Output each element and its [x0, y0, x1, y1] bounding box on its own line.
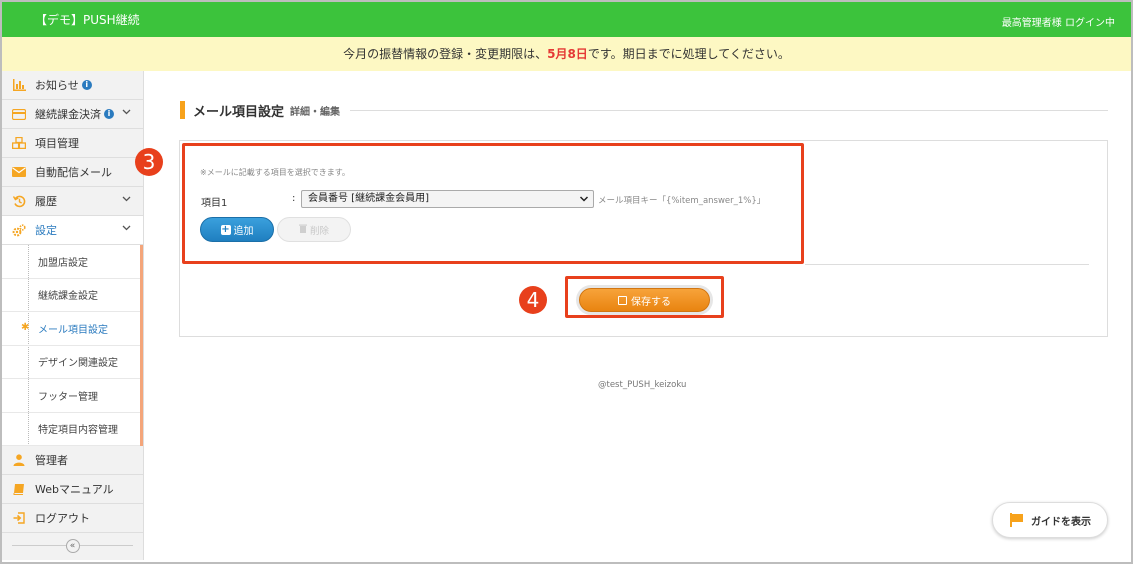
field-1-colon: :	[292, 193, 296, 204]
page-title: メール項目設定	[193, 104, 285, 120]
sidebar-item-label: 管理者	[35, 454, 68, 467]
user-icon	[12, 453, 26, 467]
delete-field-button[interactable]: 削除	[277, 217, 351, 242]
info-icon: i	[104, 109, 114, 119]
notice-prefix: 今月の振替情報の登録・変更期限は、	[343, 47, 548, 61]
sidebar-item-field-management[interactable]: 項目管理	[2, 129, 143, 158]
gears-icon	[12, 223, 26, 237]
credit-card-icon	[12, 107, 26, 121]
chevron-down-icon	[122, 195, 131, 205]
add-field-button-label: 追加	[233, 226, 254, 237]
sidebar: お知らせ i 継続課金決済 i 項目管理 自動配信メール 履歴 設定 加盟店設定…	[2, 71, 144, 560]
sidebar-item-label: お知らせ	[35, 79, 79, 92]
sidebar-item-logout[interactable]: ログアウト	[2, 504, 143, 533]
save-icon	[618, 295, 627, 305]
sidebar-item-label: 履歴	[35, 195, 57, 208]
app-title[interactable]: 【デモ】PUSH継続	[35, 11, 140, 28]
login-status: 最高管理者様 ログイン中	[1001, 18, 1115, 29]
add-field-button[interactable]: + 追加	[200, 217, 274, 242]
footer-account-id: @test_PUSH_keizoku	[598, 380, 687, 390]
trash-icon	[298, 224, 307, 236]
heading-divider	[350, 109, 1108, 111]
sidebar-item-auto-mail[interactable]: 自動配信メール	[2, 158, 143, 187]
sidebar-item-label: 継続課金決済	[35, 108, 101, 121]
chevron-down-icon	[122, 108, 131, 118]
show-guide-button[interactable]: ガイドを表示	[992, 502, 1108, 538]
sidebar-collapse-bar: «	[2, 532, 143, 560]
heading-accent-bar	[180, 101, 185, 119]
submenu-item-label: メール項目設定	[38, 324, 108, 336]
collapse-sidebar-button[interactable]: «	[65, 539, 80, 553]
show-guide-button-label: ガイドを表示	[1031, 516, 1091, 528]
submenu-item-merchant-settings[interactable]: 加盟店設定	[2, 245, 140, 279]
sidebar-item-label: 自動配信メール	[35, 166, 112, 179]
envelope-icon	[12, 165, 26, 179]
flag-icon	[1009, 513, 1023, 527]
sidebar-item-administrators[interactable]: 管理者	[2, 446, 143, 475]
bar-chart-icon	[12, 78, 26, 92]
sign-out-icon	[12, 511, 26, 525]
field-1-label: 項目1	[201, 198, 228, 209]
top-bar: 【デモ】PUSH継続 最高管理者様 ログイン中	[2, 2, 1131, 37]
mail-field-key-note: メール項目キー「{%item_answer_1%}」	[598, 196, 766, 206]
page-subtitle: 詳細・編集	[290, 106, 341, 118]
info-icon: i	[81, 80, 92, 90]
submenu-item-specific-field-content[interactable]: 特定項目内容管理	[2, 413, 140, 446]
sidebar-item-label: 項目管理	[35, 137, 79, 150]
delete-field-button-label: 削除	[309, 225, 329, 237]
field-1-selected-value: 会員番号 [継続課金会員用]	[308, 193, 429, 204]
panel-divider	[805, 264, 1089, 265]
submenu-item-design-settings[interactable]: デザイン関連設定	[2, 346, 140, 379]
submenu-item-mail-field-settings[interactable]: ✱ メール項目設定	[2, 312, 140, 346]
field-1-select[interactable]: 会員番号 [継続課金会員用]	[301, 190, 594, 208]
book-icon	[12, 482, 26, 496]
deadline-notice: 今月の振替情報の登録・変更期限は、5月8日です。期日までに処理してください。	[2, 37, 1131, 71]
submenu-item-footer-management[interactable]: フッター管理	[2, 379, 140, 413]
chevron-down-icon	[579, 191, 589, 213]
sidebar-item-settings[interactable]: 設定	[2, 216, 143, 245]
field-hint: ※メールに記載する項目を選択できます。	[200, 168, 350, 177]
save-button[interactable]: 保存する	[579, 288, 710, 312]
cubes-icon	[12, 136, 26, 150]
sidebar-item-notices[interactable]: お知らせ i	[2, 71, 143, 100]
notice-suffix: です。期日までに処理してください。	[587, 47, 790, 61]
save-button-label: 保存する	[631, 296, 671, 308]
sidebar-item-web-manual[interactable]: Webマニュアル	[2, 475, 143, 504]
sidebar-item-recurring-payment[interactable]: 継続課金決済 i	[2, 100, 143, 129]
history-icon	[12, 194, 26, 208]
settings-submenu: 加盟店設定 継続課金設定 ✱ メール項目設定 デザイン関連設定 フッター管理 特…	[2, 245, 143, 446]
step-4-badge: 4	[519, 286, 547, 314]
sidebar-item-label: ログアウト	[35, 512, 90, 525]
sidebar-item-label: Webマニュアル	[35, 483, 114, 496]
sidebar-item-history[interactable]: 履歴	[2, 187, 143, 216]
notice-deadline: 5月8日	[547, 47, 588, 61]
step-3-badge: 3	[135, 148, 163, 176]
chevron-down-icon	[122, 224, 131, 234]
sidebar-item-label: 設定	[35, 224, 57, 237]
main-content: メール項目設定 詳細・編集 3 ※メールに記載する項目を選択できます。 項目1 …	[135, 71, 1131, 560]
section-heading: メール項目設定 詳細・編集	[180, 101, 1108, 120]
submenu-item-recurring-settings[interactable]: 継続課金設定	[2, 279, 140, 312]
plus-icon: +	[220, 223, 231, 235]
gear-icon: ✱	[21, 322, 30, 333]
